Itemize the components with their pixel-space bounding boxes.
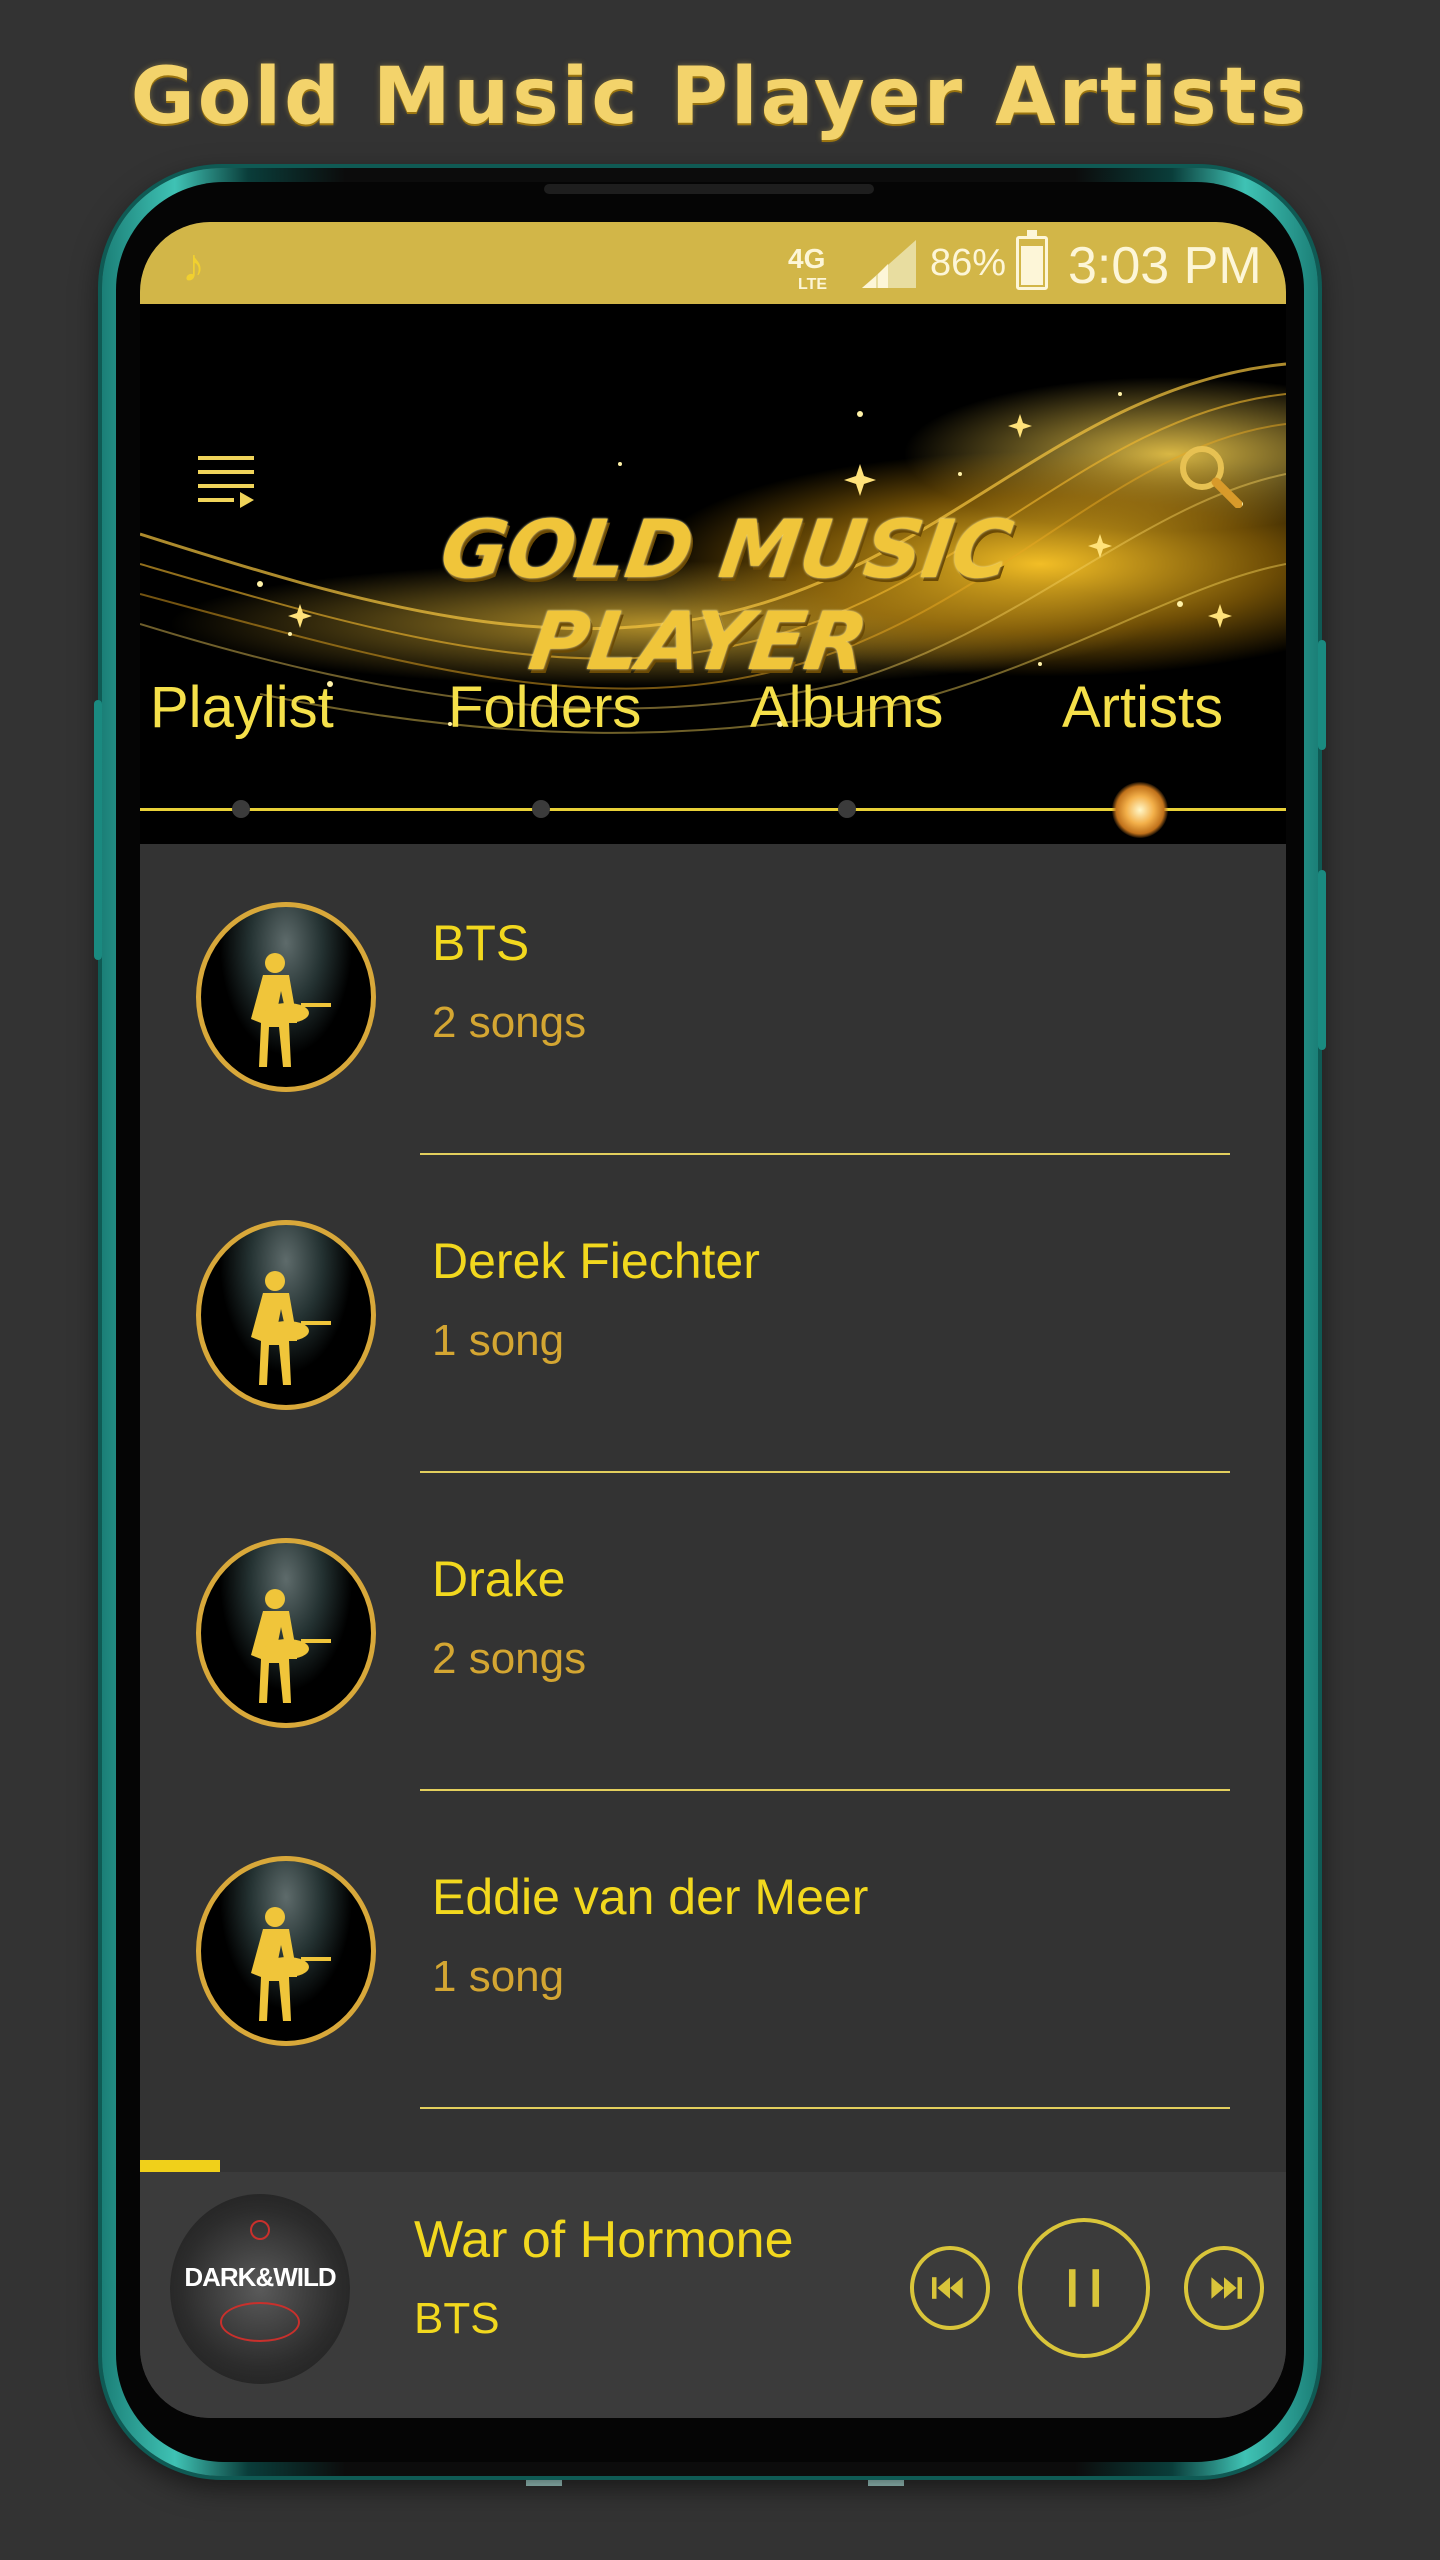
guitarist-icon: [251, 1907, 331, 2021]
queue-menu-icon[interactable]: [196, 454, 256, 510]
artist-song-count: 1 song: [432, 1952, 565, 2001]
battery-percentage: 86%: [930, 242, 1007, 284]
playback-progress[interactable]: [140, 2160, 220, 2172]
next-icon: [1211, 2277, 1242, 2299]
artist-song-count: 1 song: [432, 1316, 565, 1365]
album-art-title: DARK&WILD: [184, 2262, 336, 2292]
artist-name: Drake: [432, 1551, 566, 1607]
album-art-emblem: [250, 2220, 270, 2240]
battery-icon: [1016, 230, 1048, 290]
previous-icon: [932, 2277, 963, 2299]
tab-albums[interactable]: Albums: [750, 674, 943, 741]
app-screen: ♪ 4G LTE 86% 3:03 PM GOLD MUSIC PLAYER P…: [140, 222, 1286, 2418]
artist-name: Eddie van der Meer: [432, 1869, 869, 1925]
now-playing-bar[interactable]: DARK&WILD War of Hormone BTS: [140, 2172, 1286, 2418]
artist-avatar: [196, 1538, 376, 1728]
tab-bar: Playlist Folders Albums Artists: [140, 674, 1286, 744]
list-item[interactable]: Drake 2 songs: [140, 1480, 1286, 1798]
phone-side-button-right: [1318, 870, 1326, 1050]
tab-indicator-dot: [232, 800, 250, 818]
list-item[interactable]: Derek Fiechter 1 song: [140, 1162, 1286, 1480]
music-note-icon: ♪: [182, 239, 205, 291]
divider: [420, 1789, 1230, 1791]
artist-song-count: 2 songs: [432, 998, 587, 1047]
network-indicator: 4G LTE: [788, 243, 828, 298]
tab-indicator-dot: [838, 800, 856, 818]
pause-icon: [1068, 2269, 1100, 2307]
artist-name: BTS: [432, 915, 530, 971]
album-art[interactable]: DARK&WILD: [170, 2194, 350, 2384]
status-bar: ♪ 4G LTE 86% 3:03 PM: [140, 222, 1286, 304]
guitarist-icon: [251, 1589, 331, 1703]
divider: [420, 1471, 1230, 1473]
divider: [420, 2107, 1230, 2109]
header-banner: GOLD MUSIC PLAYER: [140, 304, 1286, 844]
tab-playlist[interactable]: Playlist: [150, 674, 334, 741]
tab-indicator-dot: [532, 800, 550, 818]
promo-title: Gold Music Player Artists: [130, 52, 1310, 142]
artist-avatar: [196, 902, 376, 1092]
network-type: 4G: [788, 243, 826, 274]
pause-button[interactable]: [1018, 2218, 1150, 2358]
tab-active-indicator: [1112, 782, 1168, 838]
previous-button[interactable]: [910, 2246, 990, 2330]
now-playing-artist: BTS: [414, 2294, 500, 2343]
artist-song-count: 2 songs: [432, 1634, 587, 1683]
phone-side-button-right-top: [1318, 640, 1326, 750]
phone-speaker: [544, 184, 874, 194]
divider: [420, 1153, 1230, 1155]
search-icon[interactable]: [1176, 442, 1242, 508]
artist-avatar: [196, 1856, 376, 2046]
guitarist-icon: [251, 1271, 331, 1385]
artist-avatar: [196, 1220, 376, 1410]
app-logo: GOLD MUSIC PLAYER: [357, 503, 1083, 688]
status-time: 3:03 PM: [1068, 237, 1262, 295]
artist-name: Derek Fiechter: [432, 1233, 760, 1289]
phone-side-button-left: [94, 700, 102, 960]
signal-icon: [862, 240, 916, 288]
list-item[interactable]: Eddie van der Meer 1 song: [140, 1798, 1286, 2116]
album-art-warning-mark: [220, 2302, 300, 2342]
tab-folders[interactable]: Folders: [448, 674, 641, 741]
list-item[interactable]: BTS 2 songs: [140, 844, 1286, 1162]
now-playing-title: War of Hormone: [414, 2211, 794, 2269]
app-logo-line-1: GOLD MUSIC: [435, 503, 1018, 596]
guitarist-icon: [251, 953, 331, 1067]
network-subtype: LTE: [798, 276, 828, 293]
tab-artists[interactable]: Artists: [1062, 674, 1223, 741]
next-button[interactable]: [1184, 2246, 1264, 2330]
